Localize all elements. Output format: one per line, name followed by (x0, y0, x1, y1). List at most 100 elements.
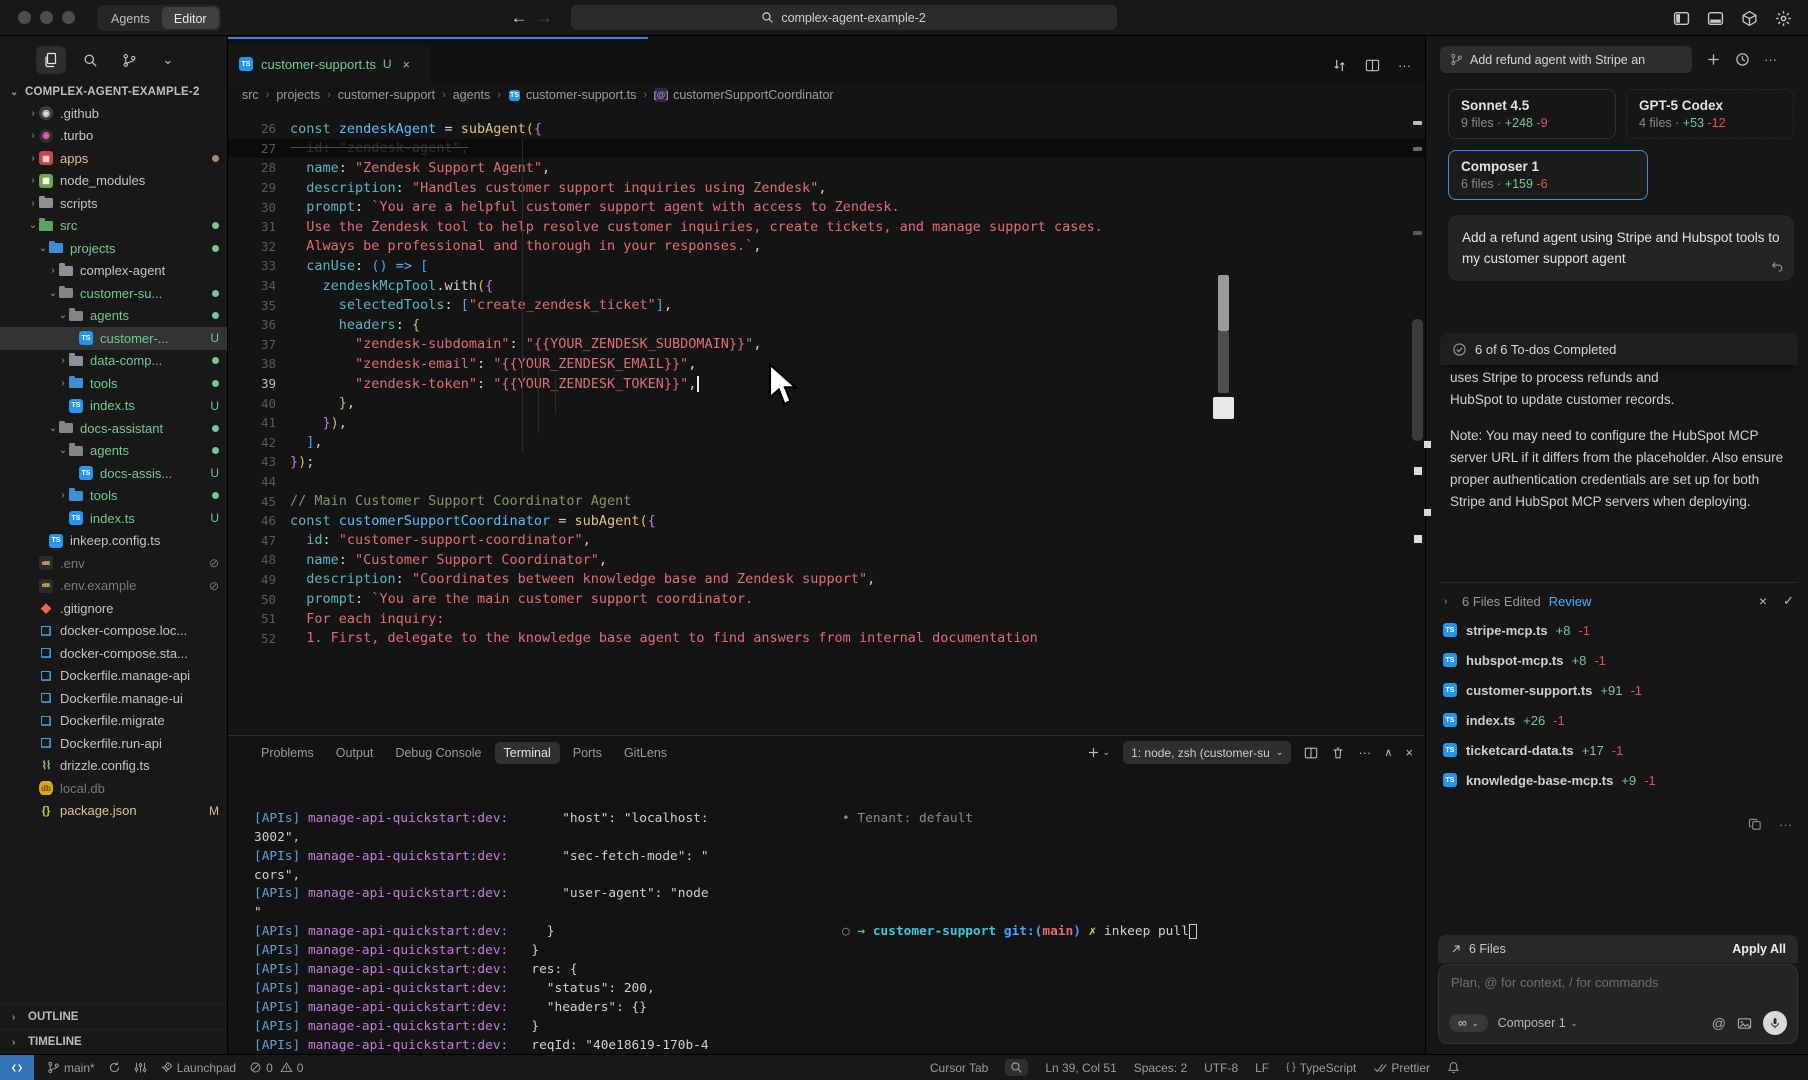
code-line-31[interactable]: 31 Use the Zendesk tool to help resolve … (228, 217, 1425, 237)
apply-all-button[interactable]: Apply All (1732, 942, 1786, 956)
split-editor-icon[interactable] (1365, 58, 1380, 73)
cursor-tab-item[interactable]: Cursor Tab (930, 1061, 988, 1075)
reject-all-icon[interactable]: × (1759, 593, 1767, 609)
code-line-29[interactable]: 29 description: "Handles customer suppor… (228, 178, 1425, 198)
window-minimize-button[interactable] (40, 11, 53, 24)
folder-item-projects[interactable]: ⌄projects (0, 237, 227, 260)
breadcrumb-item-customer-support[interactable]: customer-support (338, 88, 435, 102)
new-terminal-button[interactable]: ⌄ (1087, 746, 1111, 759)
panel-tab-problems[interactable]: Problems (252, 742, 323, 764)
file-item-package.json[interactable]: {}package.jsonM (0, 800, 227, 823)
message-more-icon[interactable]: ··· (1779, 817, 1792, 832)
code-line-51[interactable]: 51 For each inquiry: (228, 609, 1425, 629)
toggle-panel-icon[interactable] (1707, 10, 1724, 27)
model-selector[interactable]: Composer 1⌄ (1498, 1016, 1578, 1030)
code-line-33[interactable]: 33 canUse: () => [ (228, 256, 1425, 276)
file-item-drizzle.config.ts[interactable]: ⌇⌇drizzle.config.ts (0, 755, 227, 778)
code-line-47[interactable]: 47 id: "customer-support-coordinator", (228, 530, 1425, 550)
file-item-customer-...[interactable]: TScustomer-...U (0, 327, 227, 350)
breadcrumb-item-agents[interactable]: agents (453, 88, 491, 102)
folder-item-agents[interactable]: ⌄agents (0, 440, 227, 463)
code-line-39[interactable]: 39 "zendesk-token": "{{YOUR_ZENDESK_TOKE… (228, 374, 1425, 394)
window-close-button[interactable] (18, 11, 31, 24)
folder-item-customer-su...[interactable]: ⌄customer-su... (0, 282, 227, 305)
tab-editor[interactable]: Editor (162, 7, 219, 29)
editor-more-actions-icon[interactable]: ··· (1398, 58, 1411, 73)
file-item-Dockerfile.manage-api[interactable]: ❑Dockerfile.manage-api (0, 665, 227, 688)
folder-item-data-comp...[interactable]: ›data-comp... (0, 350, 227, 373)
code-line-44[interactable]: 44 (228, 472, 1425, 492)
settings-gear-icon[interactable] (1775, 10, 1792, 27)
close-tab-icon[interactable]: × (403, 57, 411, 72)
panel-more-actions-icon[interactable]: ··· (1358, 745, 1371, 760)
folder-item-tools[interactable]: ›tools (0, 485, 227, 508)
code-line-41[interactable]: 41 }), (228, 413, 1425, 433)
folder-item-docs-assistant[interactable]: ⌄docs-assistant (0, 417, 227, 440)
folder-item-apps[interactable]: ›▦apps (0, 147, 227, 170)
compare-changes-icon[interactable] (1332, 58, 1347, 73)
file-item-index.ts[interactable]: TSindex.tsU (0, 507, 227, 530)
remote-indicator[interactable] (0, 1055, 34, 1080)
file-item-docker-compose.sta...[interactable]: ❑docker-compose.sta... (0, 642, 227, 665)
problems-item[interactable]: 0 0 (249, 1061, 303, 1075)
terminal-output[interactable]: [APIs] manage-api-quickstart:dev: "host"… (254, 772, 1415, 1050)
composer-input[interactable]: Plan, @ for context, / for commands ∞⌄ C… (1438, 964, 1798, 1044)
code-line-49[interactable]: 49 description: "Coordinates between kno… (228, 570, 1425, 590)
code-line-37[interactable]: 37 "zendesk-subdomain": "{{YOUR_ZENDESK_… (228, 335, 1425, 355)
code-line-50[interactable]: 50 prompt: `You are the main customer su… (228, 589, 1425, 609)
extensions-cube-icon[interactable] (1741, 10, 1758, 27)
file-item-Dockerfile.run-api[interactable]: ❑Dockerfile.run-api (0, 732, 227, 755)
panel-tab-ports[interactable]: Ports (564, 742, 611, 764)
cursor-position-item[interactable]: Ln 39, Col 51 (1045, 1061, 1116, 1075)
folder-item-complex-agent[interactable]: ›complex-agent (0, 260, 227, 283)
history-icon[interactable] (1735, 52, 1750, 67)
editor-scrollbar[interactable] (1410, 107, 1425, 735)
voice-input-button[interactable] (1763, 1011, 1787, 1035)
indentation-item[interactable]: Spaces: 2 (1134, 1061, 1187, 1075)
git-branch-item[interactable]: main* (47, 1061, 95, 1075)
todos-status-bar[interactable]: 6 of 6 To-dos Completed (1440, 333, 1798, 365)
sidebar-section-timeline[interactable]: ›TIMELINE (0, 1029, 227, 1054)
file-item-docs-assis...[interactable]: TSdocs-assis...U (0, 462, 227, 485)
notifications-bell-icon[interactable] (1447, 1061, 1460, 1074)
code-line-40[interactable]: 40 }, (228, 393, 1425, 413)
edited-file-knowledge-base-mcp.ts[interactable]: TSknowledge-base-mcp.ts+9-1 (1440, 765, 1798, 795)
code-editor[interactable]: 26const zendeskAgent = subAgent({27 id: … (228, 107, 1425, 735)
code-line-43[interactable]: 43}); (228, 452, 1425, 472)
breadcrumb-item-customerSupportCoordinator[interactable]: [@]customerSupportCoordinator (654, 88, 834, 102)
edited-file-stripe-mcp.ts[interactable]: TSstripe-mcp.ts+8-1 (1440, 615, 1798, 645)
formatter-item[interactable]: Prettier (1373, 1061, 1430, 1075)
folder-item-agents[interactable]: ⌄agents (0, 305, 227, 328)
version-card-composer-1[interactable]: Composer 1 6 files · +159 -6 (1448, 150, 1648, 200)
breadcrumb-item-customer-support.ts[interactable]: TScustomer-support.ts (508, 88, 636, 102)
tab-agents[interactable]: Agents (99, 7, 162, 29)
version-card-sonnet-4-5[interactable]: Sonnet 4.59 files · +248 -9 (1448, 89, 1616, 139)
folder-item-tools[interactable]: ›tools (0, 372, 227, 395)
file-item-.env.example[interactable]: ≔.env.example⊘ (0, 575, 227, 598)
accept-all-icon[interactable]: ✓ (1783, 593, 1794, 609)
history-forward-button[interactable]: → (536, 8, 553, 28)
code-line-30[interactable]: 30 prompt: `You are a helpful customer s… (228, 197, 1425, 217)
code-line-26[interactable]: 26const zendeskAgent = subAgent({ (228, 119, 1425, 139)
agent-mode-pill[interactable]: ∞⌄ (1449, 1014, 1488, 1032)
explorer-view-icon[interactable] (36, 46, 66, 74)
editor-tab-customer-support[interactable]: TS customer-support.ts U × (228, 45, 430, 83)
composer-thread-title[interactable]: Add refund agent with Stripe an (1440, 46, 1692, 73)
composer-more-icon[interactable]: ··· (1764, 52, 1777, 67)
file-item-Dockerfile.manage-ui[interactable]: ❑Dockerfile.manage-ui (0, 687, 227, 710)
edited-file-hubspot-mcp.ts[interactable]: TShubspot-mcp.ts+8-1 (1440, 645, 1798, 675)
code-line-42[interactable]: 42 ], (228, 433, 1425, 453)
file-item-Dockerfile.migrate[interactable]: ❑Dockerfile.migrate (0, 710, 227, 733)
zoom-item[interactable] (1005, 1059, 1028, 1076)
toggle-primary-sidebar-icon[interactable] (1673, 10, 1690, 27)
breadcrumb-item-src[interactable]: src (242, 88, 259, 102)
file-item-docker-compose.loc...[interactable]: ❑docker-compose.loc... (0, 620, 227, 643)
eol-item[interactable]: LF (1255, 1061, 1269, 1075)
code-line-36[interactable]: 36 headers: { (228, 315, 1425, 335)
search-view-icon[interactable] (75, 46, 105, 74)
mention-icon[interactable]: @ (1712, 1015, 1726, 1031)
panel-tab-gitlens[interactable]: GitLens (615, 742, 676, 764)
terminal-selector-dropdown[interactable]: 1: node, zsh (customer-su⌄ (1123, 741, 1291, 764)
split-terminal-icon[interactable] (1304, 746, 1318, 760)
edited-file-ticketcard-data.ts[interactable]: TSticketcard-data.ts+17-1 (1440, 735, 1798, 765)
